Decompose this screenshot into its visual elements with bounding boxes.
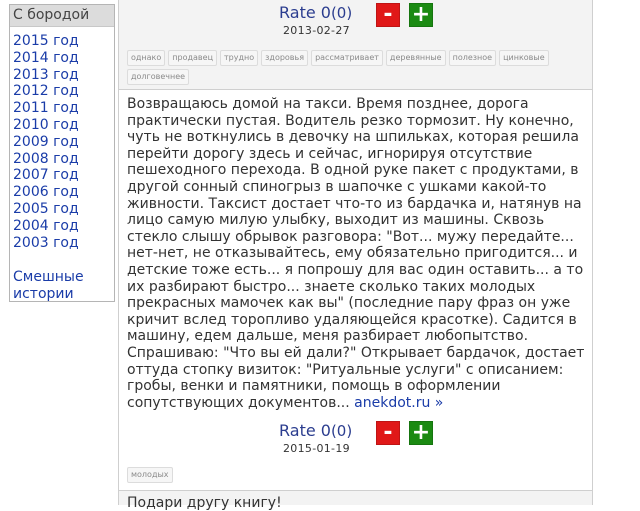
year-link[interactable]: 2006 год — [13, 184, 79, 200]
tag[interactable]: здоровья — [261, 50, 309, 66]
year-item[interactable]: 2011 год — [13, 100, 114, 117]
post-date: 2015-01-19 — [283, 442, 350, 455]
year-item[interactable]: 2003 год — [13, 235, 114, 252]
year-item[interactable]: 2007 год — [13, 167, 114, 184]
funny-stories-line1[interactable]: Смешные — [13, 269, 84, 285]
year-link[interactable]: 2013 год — [13, 67, 79, 83]
post-previous: Rate 0 (0) - + 2013-02-27 однако продаве… — [119, 0, 592, 88]
tag[interactable]: трудно — [220, 50, 259, 66]
post-text: Возвращаюсь домой на такси. Время поздне… — [127, 96, 585, 411]
sidebar: С бородой 2015 год 2014 год 2013 год 201… — [9, 4, 115, 302]
year-item[interactable]: 2005 год — [13, 201, 114, 218]
post-next: Подари другу книгу! — [119, 491, 592, 511]
rate-label: Rate 0 — [279, 421, 331, 440]
main-content: Rate 0 (0) - + 2013-02-27 однако продаве… — [118, 0, 593, 511]
year-link[interactable]: 2008 год — [13, 151, 79, 167]
post-date: 2013-02-27 — [283, 24, 350, 37]
post-text: Подари другу книгу! — [127, 495, 282, 511]
year-link[interactable]: 2012 год — [13, 83, 79, 99]
rating-row: Rate 0 (0) — [279, 421, 352, 440]
year-link[interactable]: 2004 год — [13, 218, 79, 234]
year-link[interactable]: 2009 год — [13, 134, 79, 150]
vote-up-button[interactable]: + — [409, 3, 433, 27]
vote-up-button[interactable]: + — [409, 421, 433, 445]
year-item[interactable]: 2008 год — [13, 151, 114, 168]
tag[interactable]: полезное — [448, 50, 497, 66]
vote-down-button[interactable]: - — [376, 421, 400, 445]
tag[interactable]: деревянные — [385, 50, 446, 66]
year-link[interactable]: 2011 год — [13, 100, 79, 116]
year-list: 2015 год 2014 год 2013 год 2012 год 2011… — [10, 27, 114, 251]
post-body: Возвращаюсь домой на такси. Время поздне… — [127, 96, 585, 411]
year-link[interactable]: 2014 год — [13, 50, 79, 66]
sidebar-header[interactable]: С бородой — [10, 5, 114, 27]
year-link[interactable]: 2015 год — [13, 33, 79, 49]
vote-down-button[interactable]: - — [376, 3, 400, 27]
source-link[interactable]: anekdot.ru » — [354, 395, 443, 411]
tag[interactable]: продавец — [168, 50, 218, 66]
tag[interactable]: однако — [127, 50, 166, 66]
year-item[interactable]: 2012 год — [13, 83, 114, 100]
rate-count: (0) — [330, 421, 353, 440]
funny-stories-link[interactable]: Смешные истории — [10, 251, 114, 303]
year-item[interactable]: 2014 год — [13, 50, 114, 67]
tag[interactable]: цинковые — [499, 50, 549, 66]
year-link[interactable]: 2005 год — [13, 201, 79, 217]
year-item[interactable]: 2009 год — [13, 134, 114, 151]
tag-list: молодых — [127, 467, 173, 483]
year-link[interactable]: 2003 год — [13, 235, 79, 251]
year-link[interactable]: 2010 год — [13, 117, 79, 133]
year-item[interactable]: 2010 год — [13, 117, 114, 134]
year-item[interactable]: 2006 год — [13, 184, 114, 201]
year-item[interactable]: 2004 год — [13, 218, 114, 235]
funny-stories-line2[interactable]: истории — [13, 286, 74, 302]
rate-label: Rate 0 — [279, 3, 331, 22]
tag[interactable]: рассматривает — [311, 50, 383, 66]
year-link[interactable]: 2007 год — [13, 167, 79, 183]
tag[interactable]: молодых — [127, 467, 173, 483]
tag[interactable]: долговечнее — [127, 69, 190, 85]
year-item[interactable]: 2015 год — [13, 33, 114, 50]
post: Возвращаюсь домой на такси. Время поздне… — [119, 90, 592, 490]
rate-count: (0) — [330, 3, 353, 22]
year-item[interactable]: 2013 год — [13, 67, 114, 84]
tag-list: однако продавец трудно здоровья рассматр… — [127, 50, 557, 85]
rating-row: Rate 0 (0) — [279, 3, 352, 22]
